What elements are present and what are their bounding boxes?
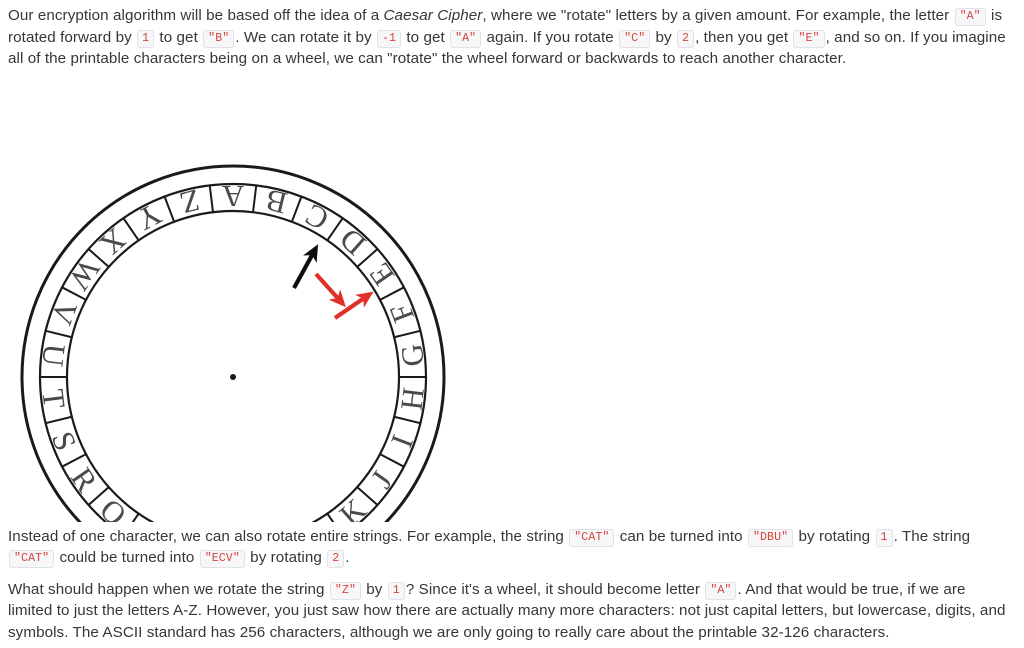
text-run: to get bbox=[402, 28, 450, 46]
code-literal-rot1: 1 bbox=[875, 528, 893, 547]
code-literal-z: "Z" bbox=[329, 581, 361, 600]
sector-divider bbox=[290, 195, 303, 223]
pointer-arrow-to-C bbox=[292, 243, 319, 289]
wheel-letter-r: R bbox=[64, 461, 105, 498]
code-literal-cat2: "CAT" bbox=[9, 550, 55, 568]
text-run: . We can rotate it by bbox=[235, 28, 376, 46]
code-literal-rot2: 2 bbox=[327, 550, 345, 568]
code-literal-a: "A" bbox=[954, 8, 986, 26]
text-run: by bbox=[651, 28, 677, 46]
text-run: again. If you rotate bbox=[482, 28, 619, 46]
code-literal-b: "B" bbox=[203, 29, 235, 48]
wheel-letter-l: L bbox=[300, 516, 333, 521]
text-run: by rotating bbox=[245, 549, 327, 566]
wheel-letter-d: D bbox=[333, 221, 373, 262]
wheel-letter-y: Y bbox=[131, 196, 167, 237]
rotate-step-2-arrow bbox=[333, 291, 374, 320]
wheel-letter-g: G bbox=[393, 342, 430, 368]
sector-divider bbox=[356, 485, 379, 506]
wheel-letter-f: F bbox=[382, 298, 421, 327]
wheel-letter-s: S bbox=[45, 426, 84, 455]
text-run: , then you get bbox=[695, 28, 793, 46]
wheel-letter-u: U bbox=[35, 342, 72, 368]
sector-divider bbox=[122, 216, 140, 241]
text-run: Our encryption algorithm will be based o… bbox=[8, 7, 384, 24]
wheel-diagram: ABCDEFGHIJKLMNOPQRSTUVWXYZ bbox=[8, 82, 468, 522]
rotate-step-1-arrow bbox=[314, 272, 346, 307]
page-root: Our encryption algorithm will be based o… bbox=[0, 0, 1024, 648]
wheel-letter-t: T bbox=[35, 387, 72, 410]
sector-divider bbox=[44, 415, 73, 424]
sector-divider bbox=[378, 285, 405, 301]
text-run: by bbox=[361, 580, 387, 598]
text-run: to get bbox=[155, 28, 203, 46]
wheel-letters: ABCDEFGHIJKLMNOPQRSTUVWXYZ bbox=[35, 179, 431, 522]
code-literal-e: "E" bbox=[793, 29, 825, 48]
code-literal-1: 1 bbox=[137, 29, 155, 48]
wheel-letter-j: J bbox=[364, 464, 400, 494]
code-literal-cat: "CAT" bbox=[569, 528, 615, 547]
code-literal-c: "C" bbox=[619, 29, 651, 48]
paragraph-wraparound: What should happen when we rotate the st… bbox=[8, 579, 1014, 644]
text-run: can be turned into bbox=[615, 527, 747, 545]
sector-divider bbox=[163, 195, 176, 223]
wheel-letter-c: C bbox=[300, 196, 335, 237]
wheel-letter-z: Z bbox=[176, 182, 203, 221]
text-run: could be turned into bbox=[55, 549, 199, 566]
figure-cipher-wheel: ABCDEFGHIJKLMNOPQRSTUVWXYZ bbox=[8, 82, 1014, 522]
sector-divider bbox=[87, 485, 110, 506]
wheel-center-dot bbox=[230, 373, 236, 380]
code-literal-a3: "A" bbox=[705, 581, 737, 600]
text-run: Instead of one character, we can also ro… bbox=[8, 527, 569, 545]
sector-divider bbox=[378, 452, 405, 468]
term-caesar-cipher: Caesar Cipher bbox=[383, 7, 483, 24]
sector-divider bbox=[252, 183, 258, 213]
wheel-letter-e: E bbox=[362, 256, 402, 291]
paragraph-strings: Instead of one character, we can also ro… bbox=[8, 526, 1014, 569]
sector-divider bbox=[393, 329, 422, 338]
text-run: ? Since it's a wheel, it should become l… bbox=[405, 580, 705, 598]
text-run: . bbox=[345, 549, 350, 566]
text-run: . The string bbox=[893, 527, 971, 545]
code-literal-2: 2 bbox=[677, 29, 695, 48]
code-literal-rot1b: 1 bbox=[387, 581, 405, 600]
text-run: What should happen when we rotate the st… bbox=[8, 580, 329, 598]
code-literal-dbu: "DBU" bbox=[747, 528, 794, 547]
wheel-letter-a: A bbox=[221, 179, 244, 214]
wheel-letter-i: I bbox=[384, 429, 420, 451]
wheel-letter-x: X bbox=[93, 221, 133, 262]
wheel-letter-b: B bbox=[262, 182, 290, 221]
text-run: , where we "rotate" letters by a given a… bbox=[482, 7, 954, 24]
wheel-arrows bbox=[292, 243, 374, 320]
sector-divider bbox=[393, 415, 422, 424]
code-literal-neg1: -1 bbox=[376, 29, 402, 48]
paragraph-intro: Our encryption algorithm will be based o… bbox=[8, 0, 1014, 70]
wheel-svg: ABCDEFGHIJKLMNOPQRSTUVWXYZ bbox=[20, 164, 446, 522]
code-literal-ecv: "ECV" bbox=[199, 550, 245, 568]
wheel-letter-p: P bbox=[133, 517, 165, 522]
sector-divider bbox=[61, 452, 88, 468]
wheel-letter-h: H bbox=[393, 385, 430, 411]
text-run: by rotating bbox=[794, 527, 875, 545]
wheel-letter-v: V bbox=[44, 296, 85, 330]
sector-divider bbox=[44, 329, 73, 338]
code-literal-a2: "A" bbox=[450, 29, 482, 48]
sector-divider bbox=[208, 183, 214, 213]
sector-divider bbox=[326, 216, 344, 241]
